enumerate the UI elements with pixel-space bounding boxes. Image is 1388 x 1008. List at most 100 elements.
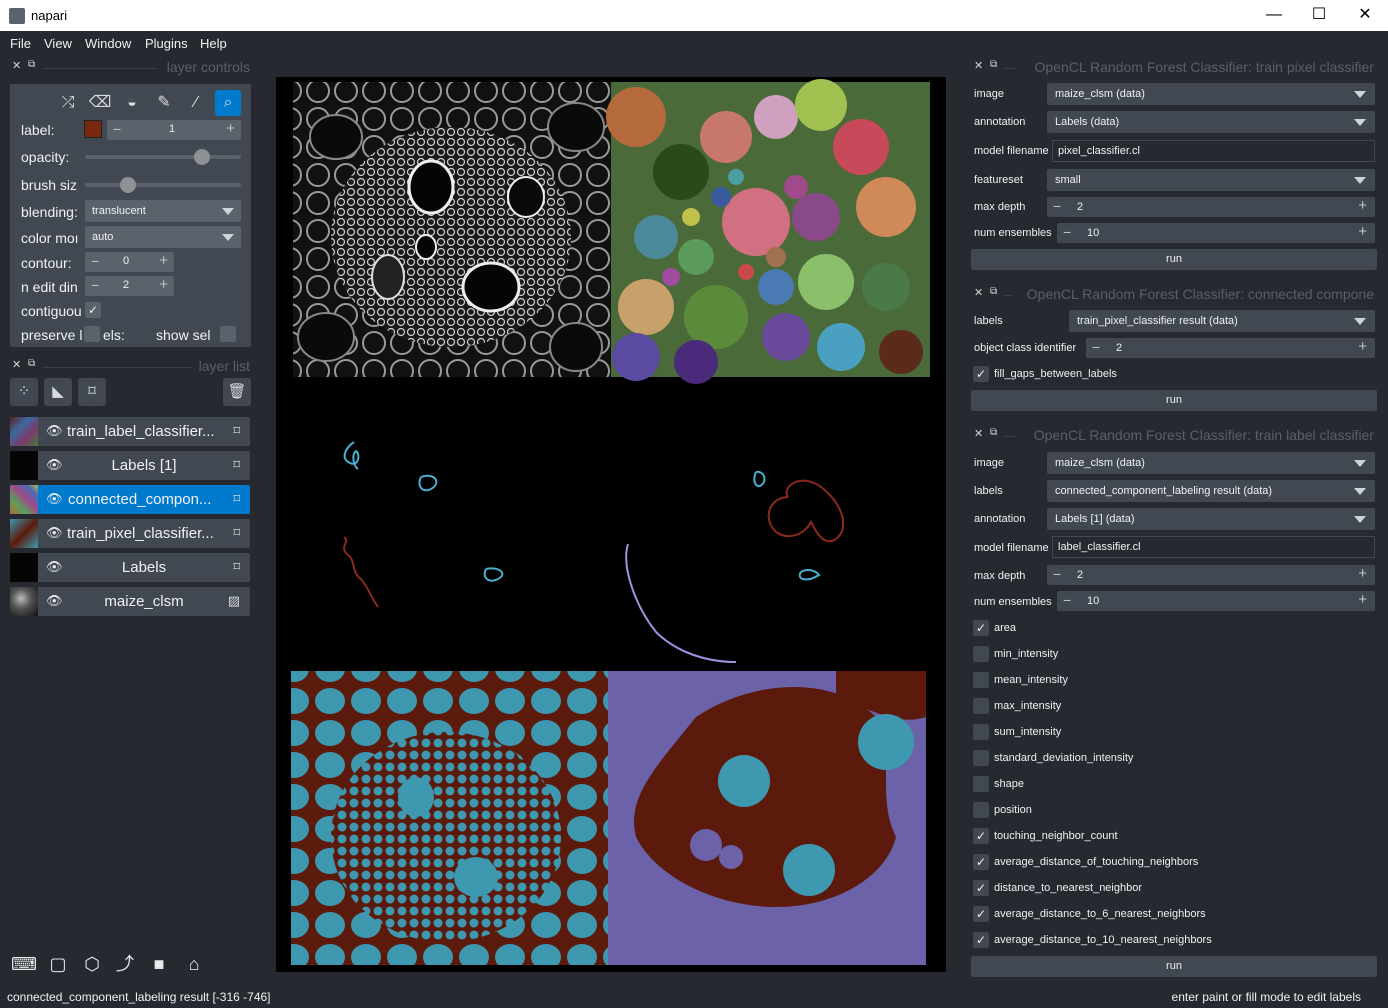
increment-icon[interactable]: + xyxy=(1358,591,1367,608)
layer-item-train-label-classifier[interactable]: 👁 train_label_classifier... ⌑ xyxy=(10,417,250,446)
visibility-eye-icon[interactable]: 👁 xyxy=(46,525,63,541)
visibility-eye-icon[interactable]: 👁 xyxy=(46,593,63,609)
console-icon[interactable]: ⌨ xyxy=(10,950,38,978)
float-dock-icon[interactable]: ⧉ xyxy=(28,59,35,70)
feature-checkbox-area[interactable]: ✓ xyxy=(973,620,989,636)
float-dock-icon[interactable]: ⧉ xyxy=(990,286,997,297)
fill-gaps-checkbox[interactable]: ✓ xyxy=(973,366,989,382)
layer-item-connected-components[interactable]: 👁 connected_compon... ⌑ xyxy=(10,485,250,514)
increment-icon[interactable]: + xyxy=(159,252,168,269)
minimize-button[interactable]: — xyxy=(1251,0,1297,31)
float-dock-icon[interactable]: ⧉ xyxy=(990,59,997,70)
feature-checkbox-max-intensity[interactable] xyxy=(973,698,989,714)
run-button[interactable]: run xyxy=(971,956,1377,977)
max-depth-spinbox[interactable]: − 2 + xyxy=(1047,197,1375,217)
feature-checkbox-sum-intensity[interactable] xyxy=(973,724,989,740)
max-depth-spinbox[interactable]: − 2 + xyxy=(1047,565,1375,585)
decrement-icon[interactable]: − xyxy=(1053,198,1061,214)
feature-checkbox-mean-intensity[interactable] xyxy=(973,672,989,688)
layer-item-maize-clsm[interactable]: 👁 maize_clsm ▨ xyxy=(10,587,250,616)
layer-item-labels-1[interactable]: 👁 Labels [1] ⌑ xyxy=(10,451,250,480)
shuffle-colors-icon[interactable]: ⤮ xyxy=(55,90,81,116)
feature-checkbox-touching-neighbor-count[interactable]: ✓ xyxy=(973,828,989,844)
contour-spinbox[interactable]: − 0 + xyxy=(85,252,174,272)
opacity-slider-handle[interactable] xyxy=(194,149,211,165)
labels-combo[interactable]: train_pixel_classifier result (data) xyxy=(1069,310,1375,332)
increment-icon[interactable]: + xyxy=(1358,197,1367,214)
feature-checkbox-avg-dist-touching[interactable]: ✓ xyxy=(973,854,989,870)
run-button[interactable]: run xyxy=(971,249,1377,270)
annotation-combo[interactable]: Labels [1] (data) xyxy=(1047,508,1375,530)
object-class-spinbox[interactable]: − 2 + xyxy=(1086,338,1375,358)
feature-checkbox-dist-nearest[interactable]: ✓ xyxy=(973,880,989,896)
float-dock-icon[interactable]: ⧉ xyxy=(28,358,35,369)
menu-help[interactable]: Help xyxy=(200,36,227,51)
show-selected-checkbox[interactable] xyxy=(220,326,236,342)
increment-icon[interactable]: + xyxy=(1358,338,1367,355)
close-window-button[interactable]: ✕ xyxy=(1342,0,1388,31)
color-mode-combo[interactable]: auto xyxy=(85,226,241,248)
increment-icon[interactable]: + xyxy=(159,276,168,293)
label-color-swatch[interactable] xyxy=(84,120,102,138)
blending-combo[interactable]: translucent xyxy=(85,200,241,222)
image-combo[interactable]: maize_clsm (data) xyxy=(1047,452,1375,474)
ndisplay-toggle-icon[interactable]: ▢ xyxy=(44,950,72,978)
visibility-eye-icon[interactable]: 👁 xyxy=(46,457,63,473)
num-ensembles-spinbox[interactable]: − 10 + xyxy=(1057,591,1375,611)
delete-layer-icon[interactable]: 🗑 xyxy=(223,378,251,406)
decrement-icon[interactable]: − xyxy=(1092,339,1100,355)
menu-plugins[interactable]: Plugins xyxy=(145,36,188,51)
n-edit-dim-spinbox[interactable]: − 2 + xyxy=(85,276,174,296)
close-dock-icon[interactable]: ✕ xyxy=(974,59,983,72)
opacity-slider[interactable] xyxy=(85,149,241,165)
maximize-button[interactable]: ☐ xyxy=(1296,0,1342,31)
featureset-combo[interactable]: small xyxy=(1047,169,1375,191)
feature-checkbox-avg-dist-6[interactable]: ✓ xyxy=(973,906,989,922)
roll-dims-icon[interactable]: ⬡ xyxy=(78,950,106,978)
increment-icon[interactable]: + xyxy=(226,120,235,137)
fill-icon[interactable]: ◒ xyxy=(119,90,145,116)
transpose-dims-icon[interactable]: ⤴ xyxy=(111,950,139,978)
run-button[interactable]: run xyxy=(971,390,1377,411)
pan-zoom-icon[interactable]: ⌕ xyxy=(215,90,241,116)
feature-checkbox-std-intensity[interactable] xyxy=(973,750,989,766)
decrement-icon[interactable]: − xyxy=(91,277,99,293)
increment-icon[interactable]: + xyxy=(1358,565,1367,582)
num-ensembles-spinbox[interactable]: − 10 + xyxy=(1057,223,1375,243)
close-dock-icon[interactable]: ✕ xyxy=(12,358,21,371)
image-combo[interactable]: maize_clsm (data) xyxy=(1047,83,1375,105)
visibility-eye-icon[interactable]: 👁 xyxy=(46,423,63,439)
brush-size-slider-handle[interactable] xyxy=(120,177,136,193)
decrement-icon[interactable]: − xyxy=(91,253,99,269)
labels-combo[interactable]: connected_component_labeling result (dat… xyxy=(1047,480,1375,502)
decrement-icon[interactable]: − xyxy=(1063,224,1071,240)
close-dock-icon[interactable]: ✕ xyxy=(974,286,983,299)
grid-toggle-icon[interactable]: ■ xyxy=(145,950,173,978)
increment-icon[interactable]: + xyxy=(1358,223,1367,240)
home-icon[interactable]: ⌂ xyxy=(180,950,208,978)
preserve-labels-checkbox[interactable] xyxy=(84,326,100,342)
color-picker-icon[interactable]: ⁄ xyxy=(183,90,209,116)
new-labels-layer-icon[interactable]: ⌑ xyxy=(78,378,106,406)
label-spinbox[interactable]: − 1 + xyxy=(107,120,241,140)
menu-window[interactable]: Window xyxy=(85,36,131,51)
visibility-eye-icon[interactable]: 👁 xyxy=(46,491,63,507)
visibility-eye-icon[interactable]: 👁 xyxy=(46,559,63,575)
feature-checkbox-min-intensity[interactable] xyxy=(973,646,989,662)
contiguous-checkbox[interactable]: ✓ xyxy=(85,302,101,318)
decrement-icon[interactable]: − xyxy=(1063,592,1071,608)
menu-file[interactable]: File xyxy=(10,36,31,51)
decrement-icon[interactable]: − xyxy=(113,121,121,137)
decrement-icon[interactable]: − xyxy=(1053,566,1061,582)
model-filename-input[interactable]: pixel_classifier.cl xyxy=(1052,140,1375,162)
feature-checkbox-shape[interactable] xyxy=(973,776,989,792)
erase-icon[interactable]: ⌫ xyxy=(87,90,113,116)
new-points-layer-icon[interactable]: ⁘ xyxy=(10,378,38,406)
paint-brush-icon[interactable]: ✎ xyxy=(151,90,177,116)
feature-checkbox-avg-dist-10[interactable]: ✓ xyxy=(973,932,989,948)
brush-size-slider[interactable] xyxy=(85,177,241,193)
viewer-canvas[interactable] xyxy=(276,77,946,972)
new-shapes-layer-icon[interactable]: ◣ xyxy=(44,378,72,406)
layer-item-train-pixel-classifier[interactable]: 👁 train_pixel_classifier... ⌑ xyxy=(10,519,250,548)
close-dock-icon[interactable]: ✕ xyxy=(974,427,983,440)
